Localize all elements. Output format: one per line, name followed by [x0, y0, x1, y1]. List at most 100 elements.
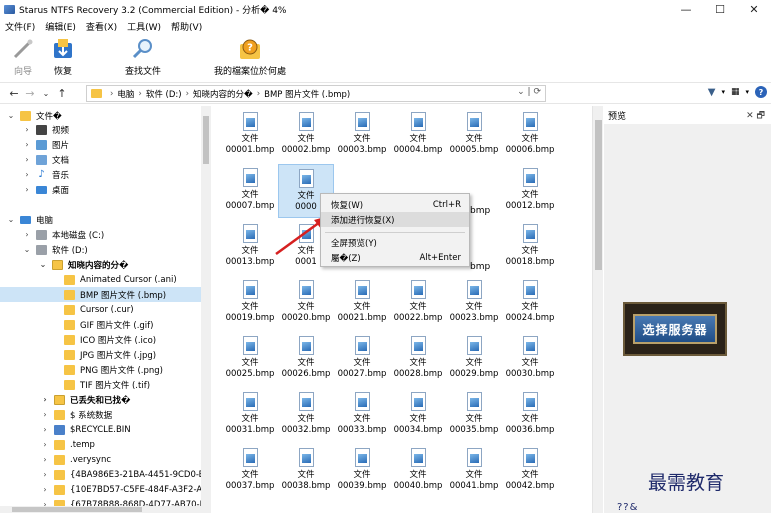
file-item[interactable]: 文件 00002.bmp	[278, 108, 334, 162]
chevron-down-icon[interactable]: ⌄	[6, 111, 16, 120]
file-item[interactable]: 文件 00021.bmp	[334, 276, 390, 330]
file-item[interactable]: 文件 00001.bmp	[222, 108, 278, 162]
menu-view[interactable]: 查看(X)	[81, 20, 122, 33]
history-chevron-icon[interactable]: ⌄	[38, 89, 54, 98]
breadcrumb-computer[interactable]: 电脑	[117, 88, 134, 100]
file-item[interactable]: 文件 00004.bmp	[390, 108, 446, 162]
tree-item-gif[interactable]: GIF 图片文件 (.gif)	[64, 317, 153, 332]
tree-item-files[interactable]: ⌄ 文件�	[6, 108, 62, 123]
menu-file[interactable]: 文件(F)	[0, 20, 40, 33]
file-item[interactable]: 文件 00041.bmp	[446, 444, 502, 498]
file-item[interactable]: 文件 00042.bmp	[502, 444, 558, 498]
file-item[interactable]: 文件 00030.bmp	[502, 332, 558, 386]
chevron-right-icon[interactable]: ›	[22, 155, 32, 164]
menu-help[interactable]: 帮助(V)	[166, 20, 207, 33]
file-item[interactable]: 文件 00029.bmp	[446, 332, 502, 386]
tree-scroll-thumb[interactable]	[203, 116, 209, 164]
chevron-down-icon[interactable]: ⌄	[22, 245, 32, 254]
tree-item-drive-d[interactable]: ⌄ 软件 (D:)	[22, 242, 88, 257]
tree-item-jpg[interactable]: JPG 图片文件 (.jpg)	[64, 347, 156, 362]
chevron-right-icon[interactable]: ›	[40, 395, 50, 404]
tree-item-known-content[interactable]: ⌄ 知晓内容的分�	[38, 257, 128, 272]
chevron-right-icon[interactable]: ›	[22, 230, 32, 239]
back-arrow-icon[interactable]: ←	[6, 87, 22, 100]
tree-item-temp[interactable]: › .temp	[40, 437, 95, 452]
tree-item-ico[interactable]: ICO 图片文件 (.ico)	[64, 332, 156, 347]
file-item[interactable]: 文件 00031.bmp	[222, 388, 278, 442]
chevron-right-icon[interactable]: ›	[22, 125, 32, 134]
file-item[interactable]: 文件 00026.bmp	[278, 332, 334, 386]
chevron-right-icon[interactable]: ›	[22, 185, 32, 194]
tree-hscroll-thumb[interactable]	[12, 507, 142, 512]
tree-item-png[interactable]: PNG 图片文件 (.png)	[64, 362, 163, 377]
tree-item-tif[interactable]: TIF 图片文件 (.tif)	[64, 377, 150, 392]
menu-tools[interactable]: 工具(W)	[122, 20, 166, 33]
file-item[interactable]: 文件 00037.bmp	[222, 444, 278, 498]
tree-item-desktop[interactable]: › 桌面	[22, 182, 69, 197]
file-item[interactable]: 文件 00038.bmp	[278, 444, 334, 498]
tree-item-verysync[interactable]: › .verysync	[40, 452, 111, 467]
file-item[interactable]: 文件 00032.bmp	[278, 388, 334, 442]
find-files-button[interactable]: 查找文件	[120, 34, 166, 77]
wizard-button[interactable]: 向导	[10, 34, 36, 77]
chevron-right-icon[interactable]: ›	[22, 170, 32, 179]
breadcrumb-drive-d[interactable]: 软件 (D:)	[146, 88, 182, 100]
tree-item-bmp[interactable]: BMP 图片文件 (.bmp)	[0, 287, 201, 302]
menu-edit[interactable]: 编辑(E)	[40, 20, 81, 33]
chevron-right-icon[interactable]: ›	[40, 425, 50, 434]
chevron-right-icon[interactable]: ›	[40, 440, 50, 449]
forward-arrow-icon[interactable]: →	[22, 87, 38, 100]
close-button[interactable]: ✕	[737, 0, 771, 18]
tree-item-pictures[interactable]: › 图片	[22, 137, 69, 152]
preview-controls[interactable]: ✕ 🗗	[746, 108, 765, 124]
file-item[interactable]: 文件 00006.bmp	[502, 108, 558, 162]
chevron-right-icon[interactable]: ›	[40, 470, 50, 479]
tree-item-drive-c[interactable]: › 本地磁盘 (C:)	[22, 227, 104, 242]
file-grid-scroll-thumb[interactable]	[595, 120, 602, 270]
tree-item-recycle[interactable]: › $RECYCLE.BIN	[40, 422, 131, 437]
view-mode-icon[interactable]: ▦	[731, 87, 740, 97]
file-item[interactable]: 文件 00027.bmp	[334, 332, 390, 386]
refresh-icon[interactable]: ⌄ | ⟳	[517, 87, 541, 97]
file-item[interactable]: 文件 00028.bmp	[390, 332, 446, 386]
context-add-to-recovery[interactable]: 添加进行恢复(X)	[321, 212, 469, 227]
minimize-button[interactable]: —	[669, 0, 703, 18]
file-item[interactable]: 文件 00020.bmp	[278, 276, 334, 330]
file-item[interactable]: 文件 00024.bmp	[502, 276, 558, 330]
where-files-button[interactable]: ? 我的檔案位於何處	[210, 34, 290, 77]
context-fullscreen-preview[interactable]: 全屏预览(Y)	[321, 235, 469, 250]
tree-item-video[interactable]: › 视频	[22, 122, 69, 137]
file-item[interactable]: 文件 00003.bmp	[334, 108, 390, 162]
filter-icon[interactable]: ▼	[708, 87, 716, 98]
tree-item-system-data[interactable]: › $ 系统数据	[40, 407, 112, 422]
file-item[interactable]: 文件 00036.bmp	[502, 388, 558, 442]
tree-item-music[interactable]: › ♪ 音乐	[22, 167, 69, 182]
file-grid-scrollbar[interactable]	[592, 106, 603, 513]
view-dropdown-icon[interactable]: ▾	[745, 88, 749, 96]
file-item[interactable]: 文件 00040.bmp	[390, 444, 446, 498]
tree-item-ani[interactable]: Animated Cursor (.ani)	[64, 272, 177, 287]
file-item[interactable]: 文件 00013.bmp	[222, 220, 278, 274]
tree-item-cur[interactable]: Cursor (.cur)	[64, 302, 134, 317]
file-item[interactable]: 文件 00023.bmp	[446, 276, 502, 330]
filter-dropdown-icon[interactable]: ▾	[721, 88, 725, 96]
file-item[interactable]: 文件 00007.bmp	[222, 164, 278, 218]
address-bar[interactable]: › 电脑 › 软件 (D:) › 知晓内容的分� › BMP 图片文件 (.bm…	[86, 85, 546, 102]
breadcrumb-bmp[interactable]: BMP 图片文件 (.bmp)	[264, 88, 350, 100]
file-item[interactable]: 文件 00012.bmp	[502, 164, 558, 218]
tree-scrollbar[interactable]	[201, 106, 211, 513]
file-item[interactable]: 文件 00018.bmp	[502, 220, 558, 274]
file-item[interactable]: 文件 00039.bmp	[334, 444, 390, 498]
chevron-down-icon[interactable]: ⌄	[38, 260, 48, 269]
file-item[interactable]: 文件 00033.bmp	[334, 388, 390, 442]
file-item[interactable]: 文件 00005.bmp	[446, 108, 502, 162]
recover-button[interactable]: 恢复	[50, 34, 76, 77]
file-item[interactable]: 文件 00022.bmp	[390, 276, 446, 330]
chevron-right-icon[interactable]: ›	[40, 410, 50, 419]
file-item[interactable]: 文件 00034.bmp	[390, 388, 446, 442]
tree-horizontal-scrollbar[interactable]	[0, 506, 201, 513]
chevron-right-icon[interactable]: ›	[22, 140, 32, 149]
file-item[interactable]: 文件 00025.bmp	[222, 332, 278, 386]
file-item[interactable]: 文件 00035.bmp	[446, 388, 502, 442]
context-recover[interactable]: 恢复(W) Ctrl+R	[321, 197, 469, 212]
